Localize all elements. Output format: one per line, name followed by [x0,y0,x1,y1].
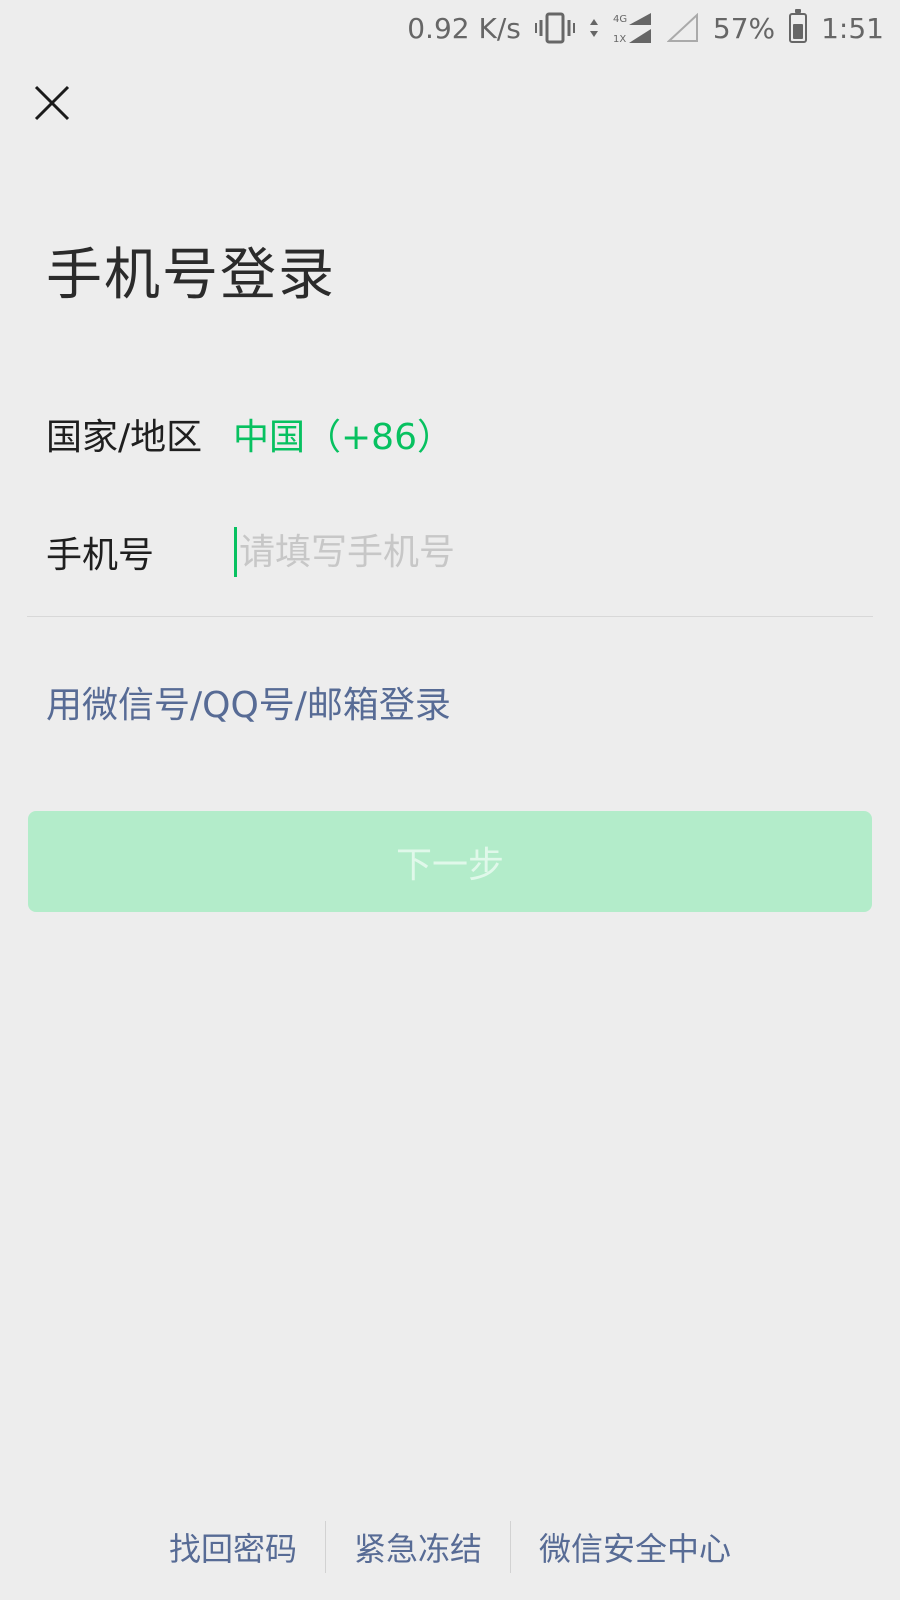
recover-password-link[interactable]: 找回密码 [141,1524,325,1570]
phone-input[interactable] [237,522,854,582]
close-button[interactable] [33,84,71,122]
divider [27,616,873,617]
phone-input-wrap [234,522,854,582]
emergency-freeze-link[interactable]: 紧急冻结 [326,1524,510,1570]
footer-links: 找回密码 紧急冻结 微信安全中心 [0,1521,900,1573]
page-title: 手机号登录 [46,243,336,308]
status-bar: 0.92 K/s 4G 1X 57% 1:51 [0,0,900,56]
next-button[interactable]: 下一步 [28,811,872,912]
signal-empty-icon [666,13,699,43]
clock: 1:51 [821,11,884,45]
vibrate-icon [534,12,575,44]
country-row[interactable]: 国家/地区 中国（+86） [46,402,854,466]
data-arrows-icon [589,15,599,41]
alt-login-link[interactable]: 用微信号/QQ号/邮箱登录 [46,676,451,728]
signal-4g-1x-icon: 4G 1X [613,11,653,45]
battery-level [793,24,804,39]
country-selector[interactable]: 中国（+86） [233,408,453,460]
network-speed: 0.92 K/s [407,11,521,45]
battery-icon [789,9,808,43]
svg-text:1X: 1X [613,34,626,45]
country-label: 国家/地区 [46,417,203,458]
battery-percent: 57% [712,11,776,45]
phone-row: 手机号 [46,516,854,588]
close-icon [34,85,70,121]
phone-label: 手机号 [46,535,155,576]
security-center-link[interactable]: 微信安全中心 [511,1524,759,1570]
svg-text:4G: 4G [613,14,627,25]
